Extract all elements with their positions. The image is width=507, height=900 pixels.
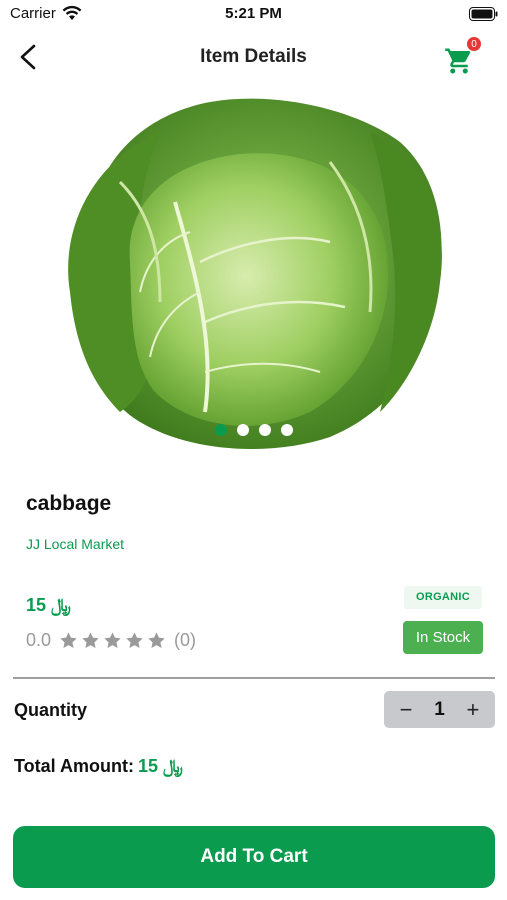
clock: 5:21 PM: [225, 5, 282, 22]
star-icon: [126, 631, 143, 648]
cabbage-image: [68, 98, 442, 450]
quantity-label: Quantity: [14, 700, 88, 720]
quantity-stepper: − 1 +: [384, 691, 495, 728]
quantity-value: 1: [434, 698, 445, 720]
cart-count-badge: 0: [466, 36, 482, 52]
star-icon: [148, 631, 165, 648]
carousel-indicator: [0, 424, 507, 436]
increment-button[interactable]: +: [461, 698, 485, 721]
carousel-dot[interactable]: [214, 424, 227, 436]
add-to-cart-button[interactable]: Add To Cart: [13, 826, 495, 888]
total-amount: Total Amount: 15 ﷼: [14, 756, 183, 777]
star-icon: [104, 631, 121, 648]
rating-stars: [59, 631, 166, 650]
product-price: 15 ﷼: [26, 595, 71, 615]
organic-tag: ORGANIC: [404, 586, 482, 609]
rating: 0.0 (0): [26, 628, 196, 652]
divider: [13, 677, 495, 679]
carousel-dot[interactable]: [258, 424, 271, 436]
stock-status-badge: In Stock: [403, 621, 483, 654]
store-link[interactable]: JJ Local Market: [26, 536, 124, 552]
decrement-button[interactable]: −: [394, 698, 418, 721]
status-bar: Carrier 5:21 PM: [0, 0, 507, 28]
carousel-dot[interactable]: [280, 424, 293, 436]
star-icon: [60, 631, 77, 648]
total-label: Total Amount:: [14, 756, 134, 776]
star-icon: [82, 631, 99, 648]
rating-value: 0.0: [26, 629, 52, 650]
total-value: 15 ﷼: [137, 756, 183, 776]
carousel-dot[interactable]: [236, 424, 249, 436]
cart-button[interactable]: 0: [440, 36, 484, 78]
product-name: cabbage: [26, 492, 112, 515]
rating-count: (0): [174, 629, 197, 650]
product-image-carousel[interactable]: [0, 92, 507, 452]
navigation-bar: Item Details 0: [0, 30, 507, 86]
page-title: Item Details: [200, 46, 307, 67]
battery-icon: [469, 7, 498, 21]
